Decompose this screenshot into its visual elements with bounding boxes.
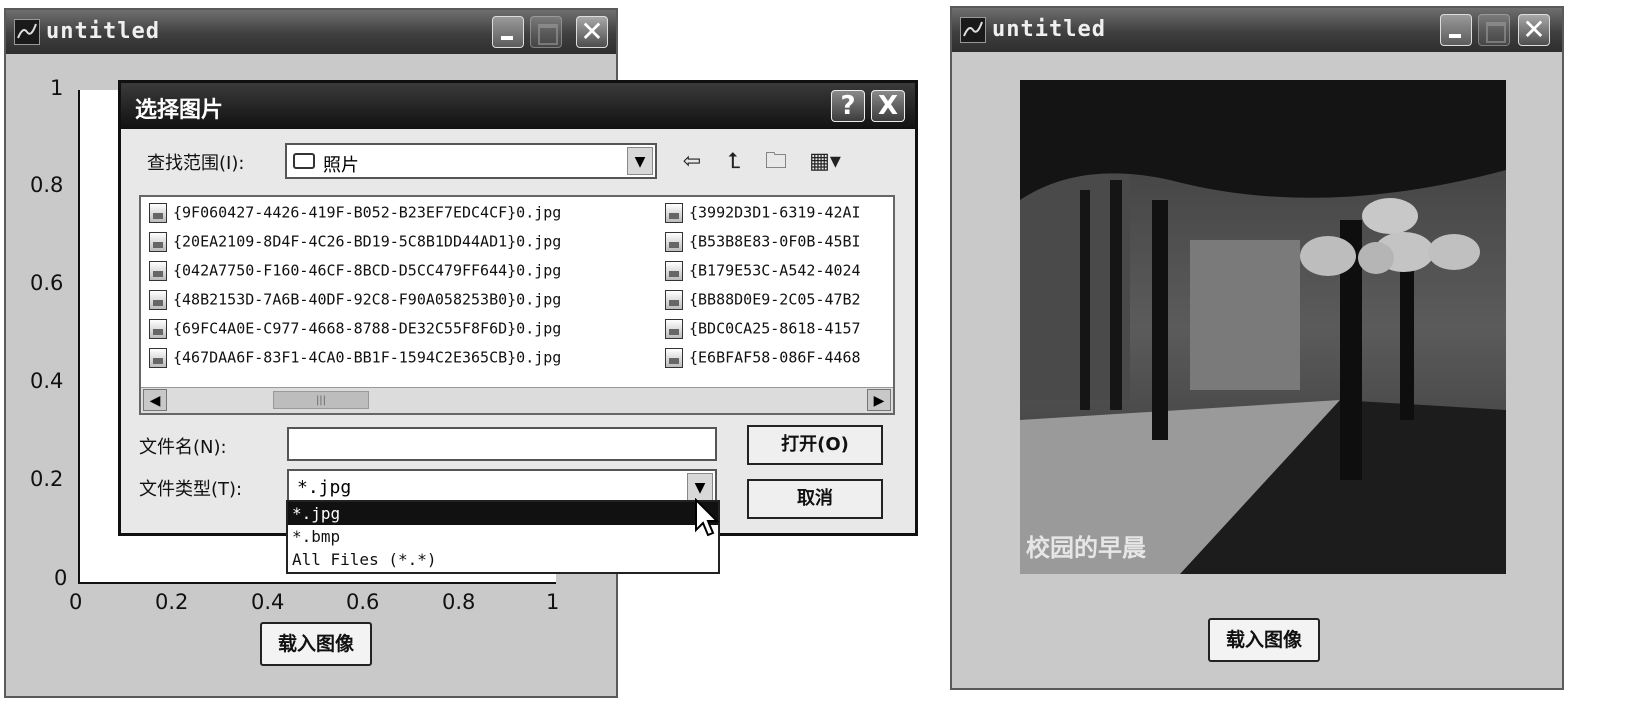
jpg-file-icon [149,232,167,252]
campus-morning-image: 校园的早晨 [1020,80,1506,574]
list-item[interactable]: {9F060427-4426-419F-B052-B23EF7EDC4CF}0.… [149,203,661,231]
jpg-file-icon [665,203,683,223]
list-item[interactable]: {E6BFAF58-086F-4468 [665,348,893,376]
jpg-file-icon [149,203,167,223]
y-tick-label: 1 [50,76,64,100]
list-item[interactable]: {B179E53C-A542-4024 [665,261,893,289]
cancel-button[interactable]: 取消 [747,479,883,519]
help-button[interactable]: ? [831,90,865,122]
lookin-combo[interactable]: 照片 ▼ [285,143,657,179]
filetype-option[interactable]: All Files (*.*) [288,548,718,571]
filetype-dropdown[interactable]: *.jpg *.bmp All Files (*.*) [286,500,720,574]
x-tick-label: 0.8 [442,590,476,614]
matlab-icon [14,19,40,45]
lookin-value: 照片 [323,155,359,176]
scroll-left-icon[interactable]: ◀ [143,389,167,411]
y-tick-label: 0.8 [30,173,64,197]
list-item[interactable]: {B53B8E83-0F0B-45BI [665,232,893,260]
chevron-down-icon[interactable]: ▼ [687,473,713,501]
y-tick-label: 0 [54,566,68,590]
list-item[interactable]: {20EA2109-8D4F-4C26-BD19-5C8B1DD44AD1}0.… [149,232,661,260]
list-item[interactable]: {BDC0CA25-8618-4157 [665,319,893,347]
jpg-file-icon [665,290,683,310]
chevron-down-icon[interactable]: ▼ [627,147,653,175]
minimize-button[interactable] [1440,14,1472,46]
list-item[interactable]: {BB88D0E9-2C05-47B2 [665,290,893,318]
y-tick-label: 0.4 [30,369,64,393]
loaded-photo: 校园的早晨 [1020,80,1506,574]
select-image-dialog: 选择图片 ? X 查找范围(I): 照片 ▼ ⇦ ⮤ 🗀 ▦▾ {9F06042… [118,80,918,536]
title-bar[interactable]: untitled ✕ [6,10,616,54]
mouse-cursor-icon [695,498,720,537]
file-list[interactable]: {9F060427-4426-419F-B052-B23EF7EDC4CF}0.… [139,195,895,415]
jpg-file-icon [665,261,683,281]
list-item[interactable]: {48B2153D-7A6B-40DF-92C8-F90A058253B0}0.… [149,290,661,318]
jpg-file-icon [149,261,167,281]
matlab-icon [960,17,986,43]
close-button[interactable]: ✕ [1518,14,1550,46]
title-bar[interactable]: untitled ✕ [952,8,1562,52]
jpg-file-icon [149,290,167,310]
dialog-close-button[interactable]: X [871,90,905,122]
maximize-button[interactable] [530,16,562,48]
filetype-label: 文件类型(T): [139,479,243,500]
y-tick-label: 0.6 [30,271,64,295]
close-button[interactable]: ✕ [576,16,608,48]
load-image-button[interactable]: 载入图像 [1208,618,1320,662]
list-item[interactable]: {042A7750-F160-46CF-8BCD-D5CC479FF644}0.… [149,261,661,289]
minimize-button[interactable] [492,16,524,48]
open-button[interactable]: 打开(O) [747,425,883,465]
list-item[interactable]: {3992D3D1-6319-42AI [665,203,893,231]
x-tick-label: 0.2 [155,590,189,614]
view-menu-icon[interactable]: ▦▾ [805,147,845,177]
folder-icon [293,153,315,169]
back-icon[interactable]: ⇦ [677,147,707,177]
filename-input[interactable] [287,427,717,461]
y-tick-label: 0.2 [30,467,64,491]
filetype-option[interactable]: *.bmp [288,525,718,548]
window-title: untitled [46,19,160,44]
filetype-option[interactable]: *.jpg [288,502,718,525]
jpg-file-icon [665,232,683,252]
list-item[interactable]: {69FC4A0E-C977-4668-8788-DE32C55F8F6D}0.… [149,319,661,347]
jpg-file-icon [665,348,683,368]
dialog-title-bar[interactable]: 选择图片 ? X [121,83,915,129]
maximize-button[interactable] [1478,14,1510,46]
list-item[interactable]: {467DAA6F-83F1-4CA0-BB1F-1594C2E365CB}0.… [149,348,661,376]
filetype-value: *.jpg [297,477,352,498]
image-caption: 校园的早晨 [1026,534,1147,562]
x-tick-label: 0.4 [251,590,285,614]
new-folder-icon[interactable]: 🗀 [761,147,791,177]
jpg-file-icon [149,348,167,368]
dialog-title: 选择图片 [135,98,224,123]
x-tick-label: 0.6 [346,590,380,614]
jpg-file-icon [149,319,167,339]
window-title: untitled [992,17,1106,42]
up-folder-icon[interactable]: ⮤ [719,147,749,177]
load-image-button[interactable]: 载入图像 [260,622,372,666]
jpg-file-icon [665,319,683,339]
filename-label: 文件名(N): [139,437,227,458]
lookin-label: 查找范围(I): [147,153,245,174]
x-tick-label: 0 [69,590,83,614]
scroll-thumb[interactable]: ||| [273,391,369,409]
horizontal-scrollbar[interactable]: ◀ ||| ▶ [141,387,893,413]
x-tick-label: 1 [546,590,560,614]
scroll-right-icon[interactable]: ▶ [867,389,891,411]
